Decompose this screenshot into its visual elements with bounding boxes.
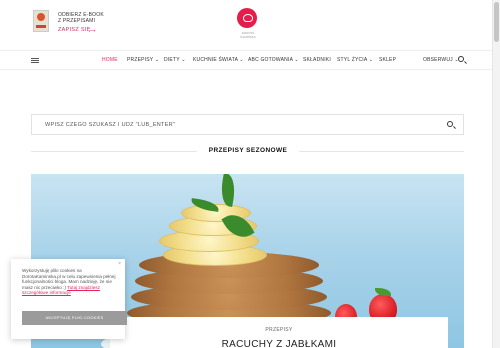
nav-item-obserwuj[interactable]: OBSERWUJ ⌄ [423,57,459,63]
top-header: ODBIERZ E-BOOK Z PRZEPISAMI ZAPISZ SIĘ →… [0,0,492,46]
hamburger-menu-icon[interactable] [31,58,39,63]
search-input[interactable] [32,115,432,134]
post-category[interactable]: PRZEPISY [110,327,448,333]
section-divider-right [299,151,464,152]
nav-item-skladniki[interactable]: SKŁADNIKI [303,57,331,63]
accept-cookies-button[interactable]: AKCEPTUJĘ PLIKI COOKIES [22,311,127,325]
nav-item-kuchnie-swiata[interactable]: KUCHNIE ŚWIATA ⌄ [193,57,244,63]
ebook-cover-image[interactable] [33,10,49,32]
close-icon[interactable]: × [118,261,121,267]
page-scrollbar[interactable] [492,0,500,348]
nav-search-icon[interactable] [458,56,464,62]
ebook-promo-text: ODBIERZ E-BOOK Z PRZEPISAMI [58,12,104,24]
arrow-right-icon[interactable]: → [88,25,97,34]
featured-post-card[interactable]: PRZEPISY RACUCHY Z JABŁKAMI [110,317,448,348]
nav-item-abc-gotowania[interactable]: ABC GOTOWANIA ⌄ [248,57,299,63]
nav-item-home[interactable]: HOME [102,57,118,63]
logo-subtitle: DOROTA KAMIŃSKA [240,31,256,39]
nav-item-styl-zycia[interactable]: STYL ŻYCIA ⌄ [337,57,373,63]
cookie-message: Wykorzystuję pliki cookies na DorotaKami… [22,268,117,296]
nav-item-przepisy[interactable]: PRZEPISY ⌄ [127,57,159,63]
subscribe-link[interactable]: ZAPISZ SIĘ [58,27,91,33]
nav-item-sklep[interactable]: SKLEP [379,57,396,63]
section-divider-left [31,151,197,152]
nav-item-diety[interactable]: DIETY ⌄ [164,57,186,63]
cookie-consent-popup: × Wykorzystuję pliki cookies na DorotaKa… [11,259,127,339]
mint-leaf [218,174,238,207]
search-bar [31,114,464,135]
search-icon[interactable] [447,121,453,127]
site-logo[interactable] [237,8,257,28]
scrollbar-thumb[interactable] [494,2,499,42]
post-title[interactable]: RACUCHY Z JABŁKAMI [110,339,448,348]
main-navigation: HOME PRZEPISY ⌄ DIETY ⌄ KUCHNIE ŚWIATA ⌄… [0,50,492,70]
section-title: PRZEPISY SEZONOWE [208,147,288,154]
